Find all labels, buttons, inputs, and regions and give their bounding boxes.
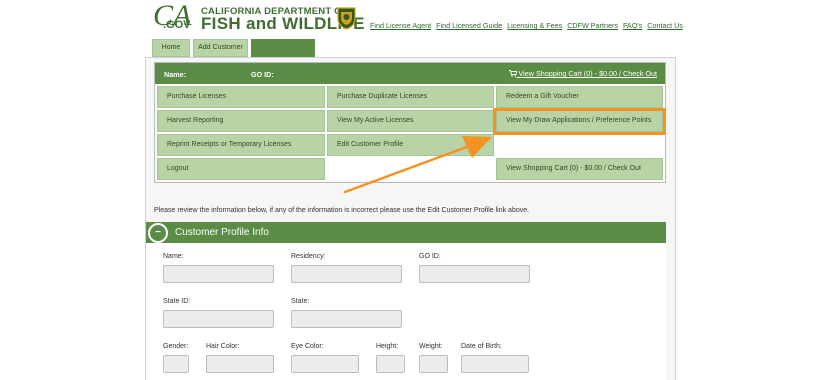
link-find-license-agent[interactable]: Find License Agent [370,21,431,30]
name-field[interactable] [163,265,274,283]
cart-icon [508,70,517,77]
state-field[interactable] [291,310,402,328]
tab-add-customer[interactable]: Add Customer [193,39,248,57]
header-cart-link[interactable]: View Shopping Cart (0) - $0.00 / Check O… [508,69,658,78]
residency-field-label: Residency: [291,253,326,260]
eye-color-field-label: Eye Color: [291,343,324,350]
goid-field-label: GO ID: [419,253,441,260]
state-id-field-label: State ID: [163,298,191,305]
harvest-reporting-button[interactable]: Harvest Reporting [157,110,325,132]
goid-field[interactable] [419,265,530,283]
link-find-licensed-guide[interactable]: Find Licensed Guide [436,21,502,30]
reprint-receipts-button[interactable]: Reprint Receipts or Temporary Licenses [157,134,325,156]
purchase-licenses-button[interactable]: Purchase Licenses [157,86,325,108]
active-licenses-button[interactable]: View My Active Licenses [327,110,494,132]
review-notice: Please review the information below, if … [154,207,530,214]
dob-field-label: Date of Birth: [461,343,502,350]
gender-field[interactable] [163,355,189,373]
cdfw-logo[interactable]: CA .GOV CALIFORNIA DEPARTMENT OF FISH an… [153,1,364,34]
state-field-label: State: [291,298,310,305]
residency-field[interactable] [291,265,402,283]
dob-field[interactable] [461,355,529,373]
state-id-field[interactable] [163,310,274,328]
purchase-duplicate-button[interactable]: Purchase Duplicate Licenses [327,86,494,108]
logo-gov: .GOV [163,19,191,31]
header-cart-text: View Shopping Cart (0) - $0.00 / Check O… [518,69,658,78]
minus-icon: − [155,227,161,238]
weight-field-label: Weight: [419,343,443,350]
link-faqs[interactable]: FAQ's [623,21,642,30]
cdfw-badge-icon [337,7,356,30]
redeem-voucher-button[interactable]: Redeem a Gift Voucher [496,86,663,108]
hair-color-field[interactable] [206,355,274,373]
weight-field[interactable] [419,355,448,373]
view-cart-button[interactable]: View Shopping Cart (0) - $0.00 / Check O… [496,158,663,180]
menu-header-bar: Name: GO ID: View Shopping Cart (0) - $0… [155,63,665,84]
goid-label: GO ID: [251,70,274,79]
profile-title: Customer Profile Info [175,227,269,238]
tab-active[interactable] [251,39,315,57]
link-contact-us[interactable]: Contact Us [647,21,683,30]
link-licensing-fees[interactable]: Licensing & Fees [507,21,562,30]
collapse-toggle[interactable]: − [148,223,168,243]
gender-field-label: Gender: [163,343,189,350]
link-cdfw-partners[interactable]: CDFW Partners [567,21,618,30]
top-nav: Find License Agent Find Licensed Guide L… [370,21,683,30]
logout-button[interactable]: Logout [157,158,325,180]
name-label: Name: [164,70,186,79]
highlight-box [493,108,666,135]
hair-color-field-label: Hair Color: [206,343,240,350]
name-field-label: Name: [163,253,184,260]
height-field-label: Height: [376,343,399,350]
height-field[interactable] [376,355,405,373]
tab-home[interactable]: Home [152,39,190,57]
eye-color-field[interactable] [291,355,359,373]
edit-profile-button[interactable]: Edit Customer Profile [327,134,494,156]
